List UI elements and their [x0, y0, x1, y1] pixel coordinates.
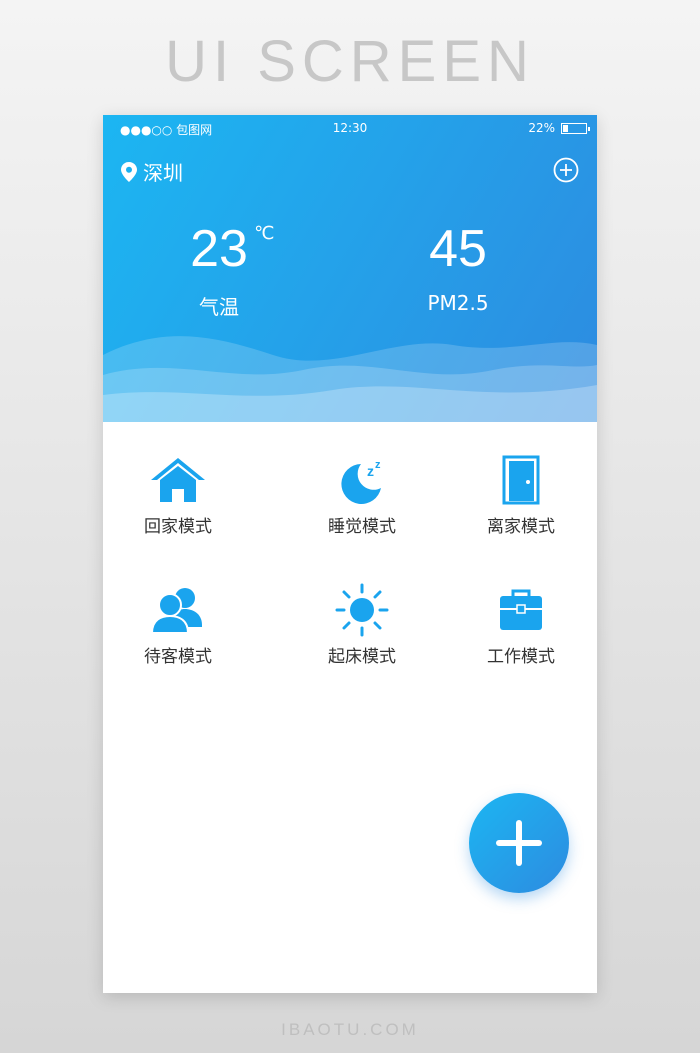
battery-percent: 22% [528, 121, 555, 135]
pm25-value: 45 [429, 220, 487, 278]
temperature-unit: ℃ [254, 223, 275, 244]
temperature-widget: 23 ℃ 气温 [159, 219, 279, 320]
mode-label: 回家模式 [144, 517, 212, 537]
mode-work[interactable]: 工作模式 [466, 582, 576, 667]
pm25-widget: 45 PM2.5 [398, 219, 518, 315]
wave-decoration [103, 336, 597, 422]
add-city-icon[interactable] [553, 157, 579, 183]
battery-icon [561, 122, 590, 134]
svg-text:z: z [375, 459, 381, 471]
pm25-label: PM2.5 [427, 291, 489, 315]
weather-header: ●●●○○ 包图网 12:30 22% 深圳 23 ℃ 气温 45 PM2.5 [103, 115, 597, 422]
add-mode-button[interactable] [469, 793, 569, 893]
door-icon [502, 455, 540, 505]
city-name: 深圳 [143, 161, 183, 185]
temperature-value: 23 [190, 220, 248, 278]
mode-label: 起床模式 [328, 647, 396, 667]
mode-label: 离家模式 [487, 517, 555, 537]
mode-guests[interactable]: 待客模式 [123, 582, 233, 667]
mode-sleep[interactable]: z z 睡觉模式 [307, 452, 417, 537]
time-label: 12:30 [332, 121, 368, 135]
mode-label: 工作模式 [487, 647, 555, 667]
mode-label: 睡觉模式 [328, 517, 396, 537]
mode-home[interactable]: 回家模式 [123, 452, 233, 537]
guests-icon [150, 588, 202, 634]
home-icon [151, 458, 205, 502]
location-selector[interactable]: 深圳 [121, 157, 183, 186]
mode-away[interactable]: 离家模式 [466, 452, 576, 537]
mode-wakeup[interactable]: 起床模式 [307, 582, 417, 667]
location-pin-icon [121, 161, 137, 182]
plus-icon [496, 820, 542, 866]
sun-icon [335, 583, 389, 637]
page-headline: UI SCREEN [165, 29, 535, 94]
temperature-label: 气温 [199, 295, 239, 319]
moon-sleep-icon: z z [341, 459, 381, 504]
phone-screen: ●●●○○ 包图网 12:30 22% 深圳 23 ℃ 气温 45 PM2.5 … [103, 115, 597, 993]
page-footer: IBAOTU.COM [281, 1020, 419, 1039]
status-bar: ●●●○○ 包图网 12:30 22% [103, 121, 597, 139]
svg-text:z: z [367, 463, 374, 479]
mode-label: 待客模式 [144, 647, 212, 667]
briefcase-icon [500, 589, 542, 630]
